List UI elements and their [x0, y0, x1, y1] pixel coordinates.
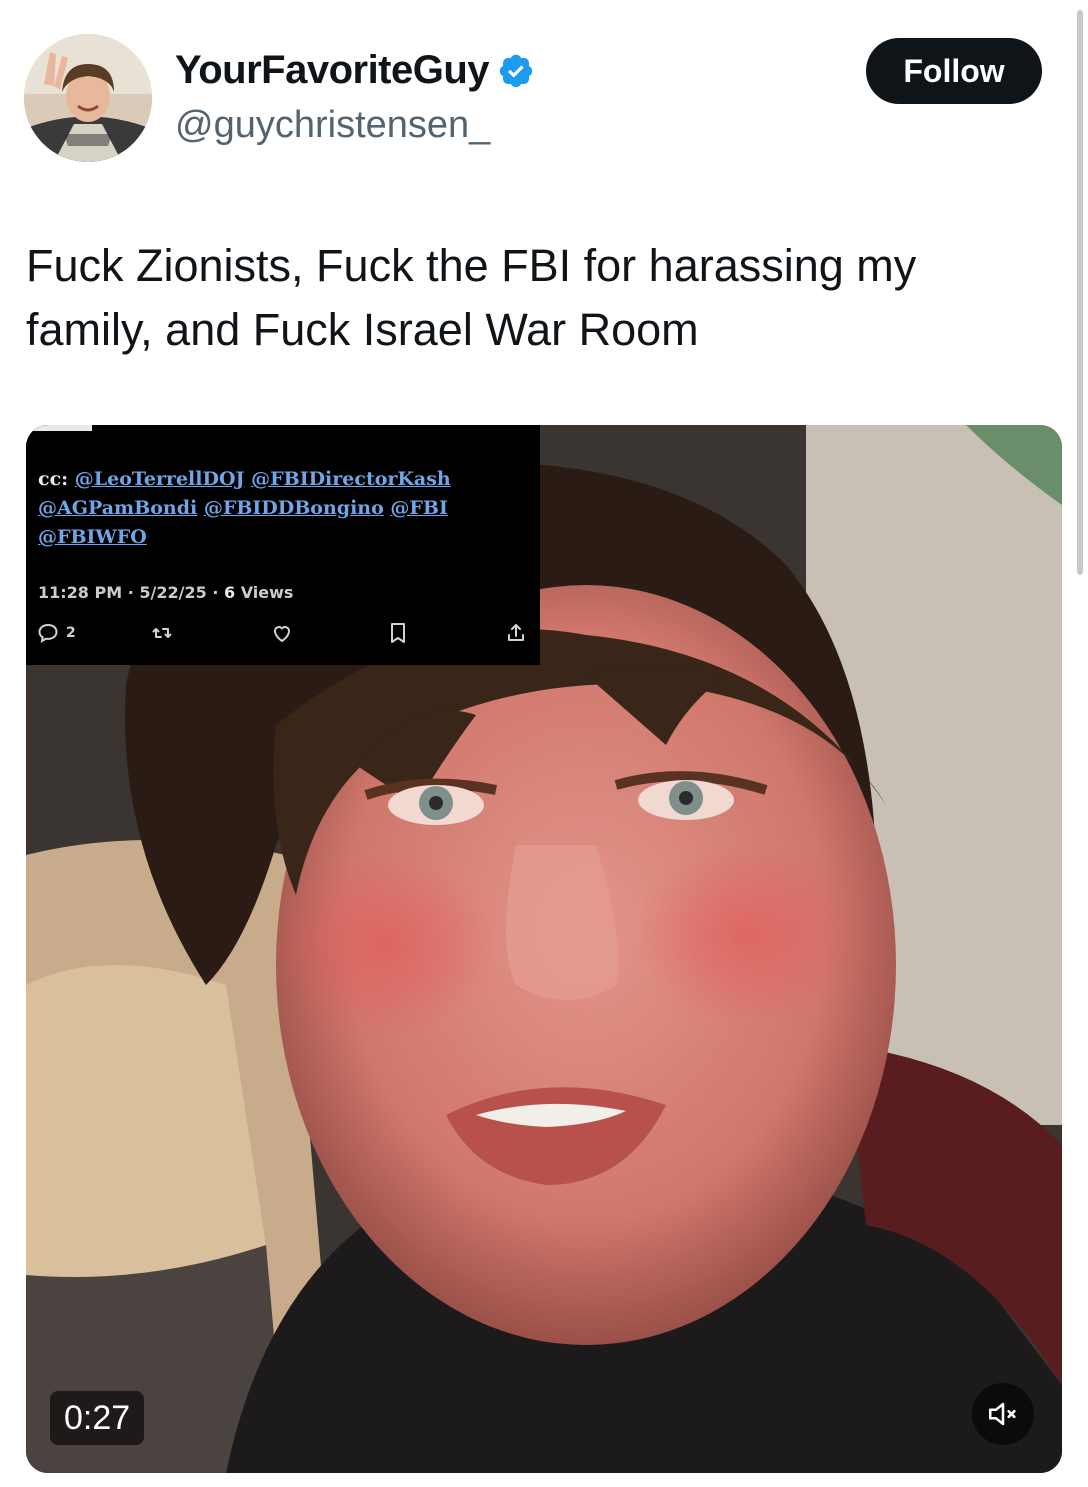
- bookmark-icon: [391, 623, 405, 643]
- reply-action: 2: [36, 621, 76, 645]
- author-name-row: YourFavoriteGuy: [175, 48, 535, 93]
- share-action: [504, 621, 528, 645]
- mention-link: @FBIDDBongino: [203, 497, 384, 519]
- tweet-meta: 11:28 PM · 5/22/25 · 6 Views: [38, 583, 294, 602]
- profile-photo-icon: [24, 34, 152, 162]
- views-label: Views: [240, 583, 294, 602]
- bookmark-action: [386, 621, 410, 645]
- views-count: 6: [223, 583, 236, 602]
- tweet-text: Fuck Zionists, Fuck the FBI for harassin…: [26, 240, 917, 355]
- tweet-date: 5/22/25: [139, 583, 207, 602]
- mention-link: @FBIDirectorKash: [251, 468, 451, 490]
- mention-link: @AGPamBondi: [38, 497, 198, 519]
- retweet-icon: [152, 628, 172, 638]
- reply-icon: [38, 623, 58, 643]
- mention-link: @FBI: [390, 497, 448, 519]
- video-player[interactable]: cc: @LeoTerrellDOJ @FBIDirectorKash @AGP…: [26, 425, 1062, 1473]
- speaker-muted-icon: [988, 1402, 1016, 1426]
- verified-badge-icon: [499, 54, 533, 87]
- reply-count: 2: [66, 625, 76, 641]
- cc-mentions: cc: @LeoTerrellDOJ @FBIDirectorKash @AGP…: [38, 465, 533, 552]
- tweet-time: 11:28 PM: [38, 583, 123, 602]
- share-icon: [508, 624, 524, 641]
- divider: [26, 425, 92, 431]
- mention-link: @FBIWFO: [38, 526, 147, 548]
- mention-link: @LeoTerrellDOJ: [74, 468, 245, 490]
- embedded-tweet-screenshot: cc: @LeoTerrellDOJ @FBIDirectorKash @AGP…: [26, 425, 540, 665]
- cc-prefix: cc:: [38, 468, 69, 490]
- scrollbar[interactable]: [1077, 10, 1083, 575]
- mute-button[interactable]: [972, 1383, 1034, 1445]
- heart-icon: [273, 626, 291, 643]
- video-timestamp: 0:27: [50, 1391, 145, 1445]
- avatar[interactable]: [24, 34, 152, 162]
- display-name[interactable]: YourFavoriteGuy: [175, 48, 490, 93]
- follow-button[interactable]: Follow: [866, 38, 1042, 104]
- retweet-action: [150, 621, 174, 645]
- author-handle[interactable]: @guychristensen_: [175, 104, 490, 147]
- like-action: [270, 621, 294, 645]
